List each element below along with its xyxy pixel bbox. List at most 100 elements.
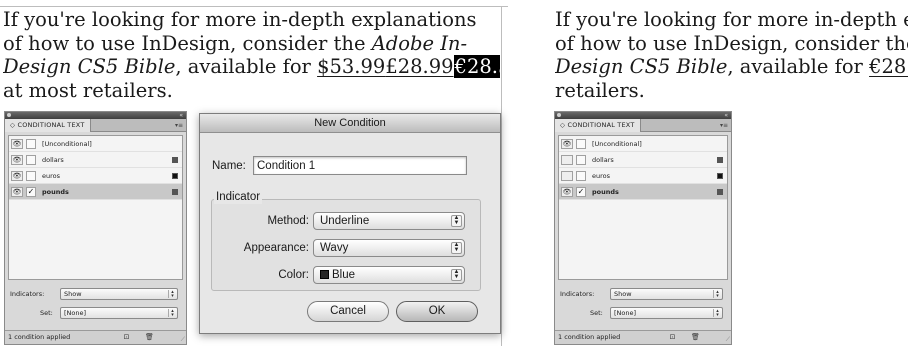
status-text: 1 condition applied	[558, 333, 621, 341]
panel-footer: 1 condition applied ⊡ 🗑 ⟋	[5, 330, 186, 344]
visibility-eye-icon[interactable]: 👁	[11, 139, 23, 149]
condition-row-euros[interactable]: euros	[559, 168, 727, 184]
updown-arrows-icon: ▴ ▾	[168, 309, 176, 318]
name-label: Name:	[212, 160, 246, 172]
condition-color-swatch	[172, 189, 178, 195]
ok-button[interactable]: OK	[396, 301, 478, 322]
right-line-4: retailers.	[555, 78, 645, 102]
set-value: [None]	[64, 309, 87, 317]
condition-label: [Unconditional]	[592, 140, 642, 148]
trash-icon[interactable]: 🗑	[145, 333, 154, 342]
updown-arrows-icon: ▴ ▾	[168, 290, 176, 299]
cancel-button[interactable]: Cancel	[307, 301, 389, 322]
updown-arrows-icon: ▲ ▼	[451, 215, 462, 227]
set-select[interactable]: [None] ▴ ▾	[610, 307, 723, 319]
price-pounds[interactable]: £28.99	[385, 55, 453, 78]
applied-checkbox[interactable]	[576, 139, 586, 149]
condition-label: euros	[592, 172, 611, 180]
applied-checkbox[interactable]	[576, 155, 586, 165]
panel-titlebar[interactable]: «	[5, 112, 186, 119]
applied-checkbox[interactable]	[26, 155, 36, 165]
dialog-title: New Condition	[200, 114, 500, 133]
left-text-frame[interactable]: If you're looking for more in-depth expl…	[3, 8, 500, 102]
indicator-group-title: Indicator	[214, 190, 263, 204]
indicator-group: Method: Underline ▲ ▼ Appearance: Wavy ▲ ▼ C…	[211, 199, 481, 291]
panel-titlebar[interactable]: «	[555, 112, 731, 119]
condition-color-swatch	[172, 173, 178, 179]
indicators-label: Indicators:	[560, 290, 595, 298]
appearance-popup[interactable]: Wavy ▲ ▼	[313, 239, 465, 257]
visibility-eye-icon-hidden[interactable]	[561, 155, 573, 165]
condition-color-swatch	[717, 157, 723, 163]
resize-grip-icon[interactable]: ⟋	[726, 337, 730, 343]
resize-grip-icon[interactable]: ⟋	[181, 337, 185, 343]
new-condition-icon[interactable]: ⊡	[668, 333, 677, 342]
status-text: 1 condition applied	[8, 333, 71, 341]
condition-label: [Unconditional]	[42, 140, 92, 148]
visibility-eye-icon[interactable]: 👁	[11, 155, 23, 165]
condition-row-unconditional[interactable]: 👁 [Unconditional]	[559, 136, 727, 152]
indicators-select[interactable]: Show ▴ ▾	[60, 288, 178, 300]
new-condition-icon[interactable]: ⊡	[122, 333, 131, 342]
visibility-eye-icon[interactable]: 👁	[561, 139, 573, 149]
panel-menu-icon[interactable]: ▾≡	[720, 122, 728, 129]
applied-checkbox[interactable]: ✓	[26, 187, 36, 197]
set-select[interactable]: [None] ▴ ▾	[60, 307, 178, 319]
collapse-icon[interactable]: «	[179, 112, 183, 119]
panel-menu-icon[interactable]: ▾≡	[175, 122, 183, 129]
condition-row-dollars[interactable]: 👁 dollars	[9, 152, 182, 168]
applied-checkbox[interactable]	[576, 171, 586, 181]
condition-row-dollars[interactable]: dollars	[559, 152, 727, 168]
trash-icon[interactable]: 🗑	[691, 333, 700, 342]
book-title-part-2: Design CS5 Bible	[3, 55, 176, 78]
book-title-part-1: Adobe In-	[371, 31, 468, 55]
indicators-row: Indicators: Show ▴ ▾	[8, 287, 183, 301]
set-value: [None]	[614, 309, 637, 317]
condition-list: 👁 [Unconditional] 👁 dollars 👁 euros 👁 ✓ …	[8, 135, 183, 280]
right-line-2: of how to use InDesign, consider the	[555, 31, 908, 55]
condition-label: pounds	[42, 188, 69, 196]
visibility-eye-icon-hidden[interactable]	[561, 171, 573, 181]
condition-label: dollars	[42, 156, 64, 164]
price-dollars[interactable]: $53.99	[317, 55, 385, 78]
left-line-1: If you're looking for more in-depth expl…	[3, 8, 477, 31]
conditional-text-panel-after: « ◇ CONDITIONAL TEXT ▾≡ 👁 [Unconditional…	[554, 111, 732, 345]
updown-arrows-icon: ▲ ▼	[451, 269, 462, 281]
condition-row-pounds[interactable]: 👁 ✓ pounds	[9, 184, 182, 200]
condition-color-swatch	[717, 173, 723, 179]
tab-label: CONDITIONAL TEXT	[567, 121, 635, 129]
condition-color-swatch	[172, 157, 178, 163]
color-popup[interactable]: Blue ▲ ▼	[313, 266, 465, 284]
tab-conditional-text[interactable]: ◇ CONDITIONAL TEXT	[555, 119, 641, 132]
right-text-frame[interactable]: If you're looking for more in-depth ex o…	[555, 8, 908, 102]
price-euros[interactable]: €28.50	[869, 55, 908, 78]
book-title-part-2: Design CS5 Bible	[555, 55, 728, 78]
indicators-value: Show	[614, 290, 632, 298]
condition-row-euros[interactable]: 👁 euros	[9, 168, 182, 184]
visibility-eye-icon[interactable]: 👁	[11, 171, 23, 181]
visibility-eye-icon[interactable]: 👁	[561, 187, 573, 197]
right-line-3-text: , available for	[727, 55, 870, 78]
right-line-3: Design CS5 Bible, available for €28.50 a	[555, 55, 908, 79]
panel-tab-row: ◇ CONDITIONAL TEXT ▾≡	[555, 119, 731, 132]
method-label: Method:	[267, 215, 309, 227]
condition-row-unconditional[interactable]: 👁 [Unconditional]	[9, 136, 182, 152]
close-icon[interactable]	[7, 113, 11, 117]
method-popup[interactable]: Underline ▲ ▼	[313, 212, 465, 230]
visibility-eye-icon[interactable]: 👁	[11, 187, 23, 197]
tab-conditional-text[interactable]: ◇ CONDITIONAL TEXT	[5, 119, 91, 132]
applied-checkbox[interactable]: ✓	[576, 187, 586, 197]
color-label: Color:	[278, 269, 309, 281]
set-label: Set:	[40, 309, 53, 317]
applied-checkbox[interactable]	[26, 171, 36, 181]
collapse-icon[interactable]: «	[724, 112, 728, 119]
color-value: Blue	[332, 269, 356, 281]
price-euros-selected[interactable]: €28.50	[453, 55, 500, 78]
condition-list: 👁 [Unconditional] dollars euros 👁 ✓ poun…	[558, 135, 728, 280]
panel-footer: 1 condition applied ⊡ 🗑 ⟋	[555, 330, 731, 344]
indicators-select[interactable]: Show ▴ ▾	[610, 288, 723, 300]
applied-checkbox[interactable]	[26, 139, 36, 149]
close-icon[interactable]	[557, 113, 561, 117]
condition-name-input[interactable]	[253, 156, 467, 175]
condition-row-pounds[interactable]: 👁 ✓ pounds	[559, 184, 727, 200]
